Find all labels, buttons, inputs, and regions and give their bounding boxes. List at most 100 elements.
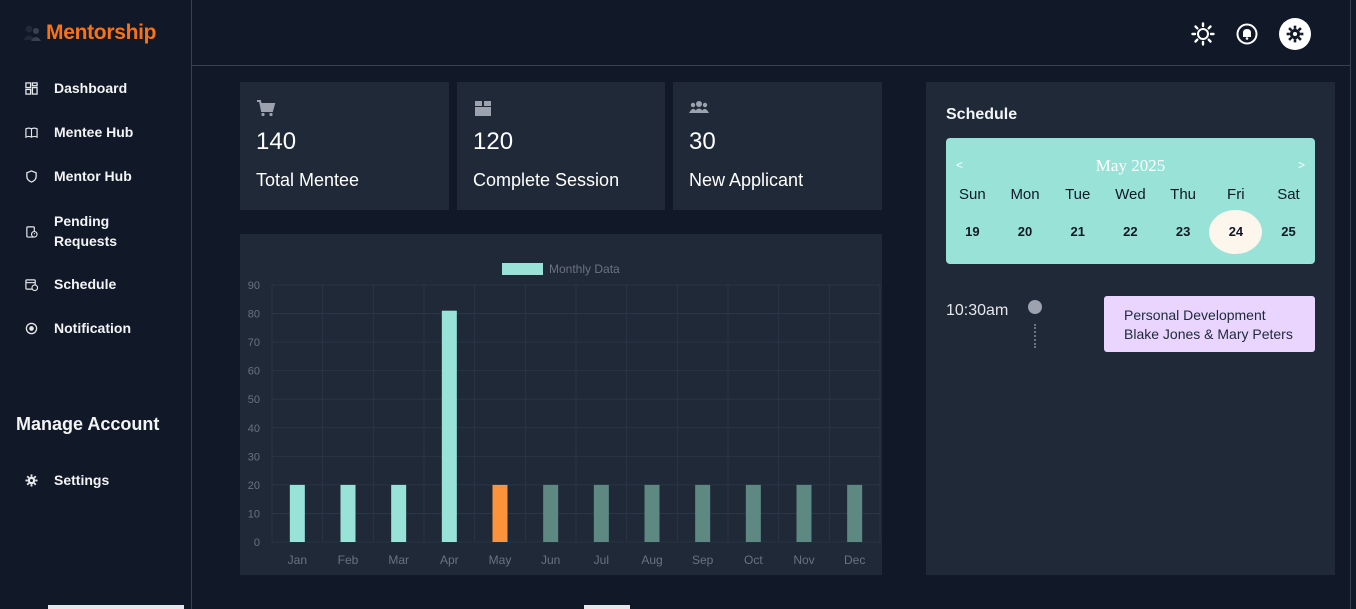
sidebar-item-dashboard[interactable]: Dashboard [24, 80, 127, 96]
x-tick-label: May [489, 553, 512, 567]
x-tick-label: Mar [388, 553, 409, 567]
bell-icon [1236, 23, 1258, 45]
weekday-label: Tue [1065, 186, 1091, 203]
event-time: 10:30am [946, 302, 1009, 319]
brand-name: Mentorship [46, 21, 157, 44]
sidebar-item-label: Mentee Hub [54, 124, 134, 140]
x-tick-label: Jul [594, 553, 609, 567]
sidebar-item-label: Schedule [54, 276, 117, 292]
y-tick-label: 40 [248, 423, 260, 435]
event-people: Blake Jones & Mary Peters [1124, 326, 1293, 342]
y-tick-label: 70 [248, 337, 260, 349]
calendar: < > May 2025 Sun Mon Tue Wed Thu Fri Sat… [946, 138, 1315, 264]
chart-bar-oct [745, 484, 761, 542]
y-tick-label: 50 [248, 394, 260, 406]
x-tick-label: Jun [541, 553, 560, 567]
legend-swatch [502, 263, 543, 275]
calendar-weekdays: Sun Mon Tue Wed Thu Fri Sat [946, 186, 1315, 203]
calendar-days: 19 20 21 22 23 24 25 [946, 210, 1315, 254]
chart-bar-nov [796, 484, 812, 542]
manage-account-heading: Manage Account [16, 414, 160, 434]
settings-button[interactable] [1279, 18, 1311, 50]
notifications-button[interactable] [1231, 18, 1263, 50]
pending-icon [24, 224, 38, 238]
chart-bar-jan [289, 484, 305, 542]
users-icon [689, 101, 709, 113]
weekday-label: Thu [1170, 186, 1197, 203]
stat-value: 140 [256, 128, 297, 155]
y-tick-label: 20 [248, 480, 260, 492]
stat-card-complete-session: 120 Complete Session [457, 82, 665, 210]
brand[interactable]: Mentorship [22, 20, 156, 46]
calendar-day[interactable]: 20 [999, 210, 1052, 254]
gear-icon [1286, 25, 1304, 43]
dashboard-icon [24, 81, 38, 95]
weekday-label: Mon [1010, 186, 1040, 203]
notification-icon [24, 321, 38, 335]
sidebar-item-pending-requests[interactable]: Pending Requests [24, 211, 134, 251]
sidebar-item-mentor-hub[interactable]: Mentor Hub [24, 168, 132, 184]
sidebar-item-notification[interactable]: Notification [24, 320, 131, 336]
schedule-panel: Schedule < > May 2025 Sun Mon Tue Wed Th… [926, 82, 1335, 575]
sidebar-item-mentee-hub[interactable]: Mentee Hub [24, 124, 133, 140]
mentorship-logo-icon [23, 25, 41, 41]
scrollbar-thumb[interactable] [584, 605, 630, 609]
topbar [192, 0, 1356, 66]
cart-icon [257, 100, 276, 117]
x-tick-label: Nov [793, 553, 814, 567]
calendar-day[interactable]: 21 [1051, 210, 1104, 254]
stat-label: Total Mentee [256, 170, 360, 190]
y-tick-label: 0 [254, 537, 260, 549]
chart-bar-dec [847, 484, 863, 542]
event-title: Personal Development [1124, 307, 1266, 323]
sidebar-item-label: Mentor Hub [54, 168, 132, 184]
event-card[interactable]: Personal Development Blake Jones & Mary … [1104, 296, 1315, 352]
window-edge [1350, 0, 1356, 609]
x-tick-label: Apr [440, 553, 459, 567]
y-tick-label: 30 [248, 451, 260, 463]
sidebar-item-label: Notification [54, 320, 131, 336]
stat-card-new-applicant: 30 New Applicant [673, 82, 882, 210]
calendar-day[interactable]: 19 [946, 210, 999, 254]
timeline-dot [1028, 300, 1042, 314]
weekday-label: Sat [1277, 186, 1300, 203]
schedule-title: Schedule [946, 106, 1018, 123]
legend-label: Monthly Data [549, 262, 620, 276]
chart-bar-jul [593, 484, 609, 542]
stat-card-total-mentee: 140 Total Mentee [240, 82, 449, 210]
calendar-clock-icon [24, 277, 38, 291]
x-tick-label: Aug [641, 553, 662, 567]
y-tick-label: 90 [248, 280, 260, 292]
calendar-day[interactable]: 25 [1262, 210, 1315, 254]
calendar-day[interactable]: 23 [1157, 210, 1210, 254]
y-tick-label: 80 [248, 309, 260, 321]
chart-bar-mar [391, 484, 407, 542]
y-tick-label: 60 [248, 366, 260, 378]
stat-value: 120 [473, 128, 514, 155]
weekday-label: Fri [1227, 186, 1245, 203]
chart-bar-sep [695, 484, 711, 542]
x-tick-label: Oct [744, 553, 763, 567]
scrollbar-horizontal[interactable] [48, 605, 184, 609]
chart-bar-feb [340, 484, 356, 542]
calendar-day[interactable]: 22 [1104, 210, 1157, 254]
x-tick-label: Feb [338, 553, 359, 567]
sidebar-item-label: Settings [54, 472, 110, 488]
sidebar: Mentorship Dashboard Mentee Hub Mentor H… [0, 0, 192, 609]
book-icon [24, 125, 38, 139]
stat-label: New Applicant [689, 170, 804, 190]
weekday-label: Sun [958, 186, 986, 203]
calendar-month-title: May 2025 [1095, 156, 1166, 175]
y-tick-label: 10 [248, 508, 260, 520]
monthly-chart-panel: 90 80 70 60 50 40 30 20 10 0 Jan Feb Mar Apr May Jun Jul… [240, 234, 882, 575]
timeline-line [1034, 324, 1036, 348]
stat-label: Complete Session [473, 170, 620, 190]
weekday-label: Wed [1115, 186, 1146, 203]
calendar-day-selected[interactable]: 24 [1209, 210, 1263, 254]
sidebar-item-schedule[interactable]: Schedule [24, 276, 116, 292]
chart-bar-may [492, 484, 508, 542]
sidebar-item-settings[interactable]: Settings [24, 472, 109, 488]
theme-toggle-button[interactable] [1187, 18, 1219, 50]
selected-day-label: 24 [1209, 210, 1263, 254]
sidebar-item-label: Pending Requests [54, 213, 118, 249]
